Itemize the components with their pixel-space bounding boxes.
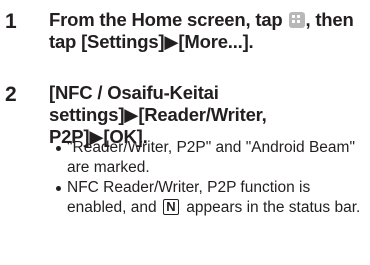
step-number: 2	[5, 83, 17, 106]
step-text-before-icon: From the Home screen, tap	[49, 9, 288, 30]
step-instruction: From the Home screen, tap , then tap [Se…	[49, 9, 364, 53]
note-item: NFC Reader/Writer, P2P function is enabl…	[56, 178, 367, 218]
nfc-icon-glyph: N	[166, 199, 176, 214]
note-item: "Reader/Writer, P2P" and "Android Beam" …	[56, 138, 367, 178]
step-number: 1	[5, 10, 17, 33]
apps-grid-icon	[289, 12, 306, 28]
nfc-status-icon: N	[162, 199, 179, 215]
step-2-notes: "Reader/Writer, P2P" and "Android Beam" …	[56, 138, 367, 218]
note-text-after-icon: appears in the status bar.	[181, 199, 361, 216]
note-text: "Reader/Writer, P2P" and "Android Beam" …	[67, 139, 355, 176]
